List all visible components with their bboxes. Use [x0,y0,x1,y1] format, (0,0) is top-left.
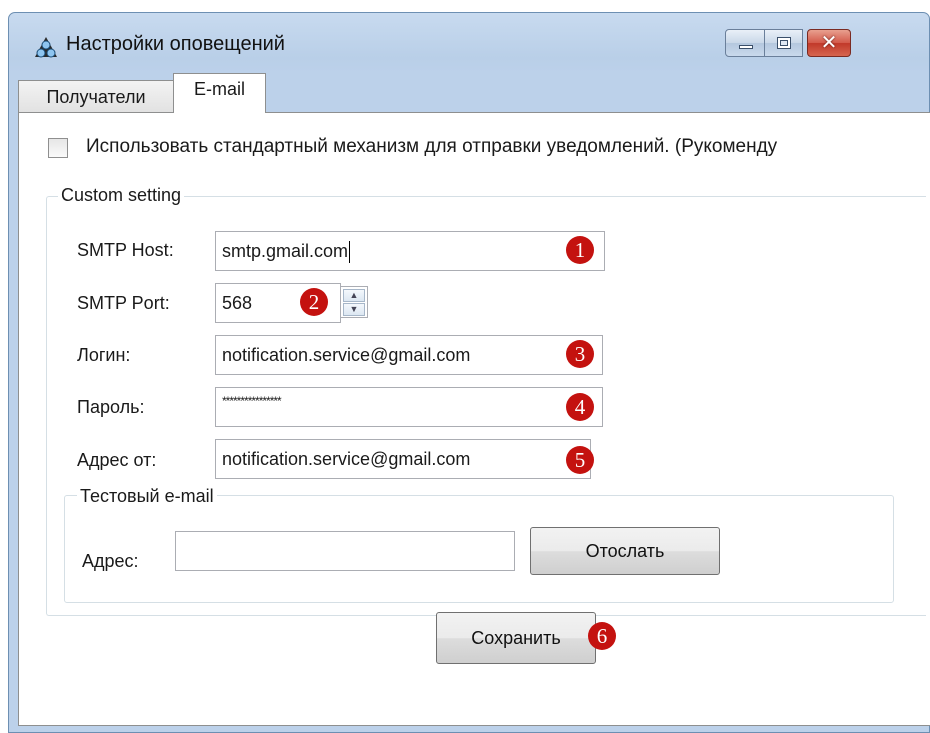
maximize-button[interactable] [765,29,803,57]
use-standard-label: Использовать стандартный механизм для от… [86,136,778,157]
save-button[interactable]: Сохранить [436,612,596,664]
from-address-label: Адрес от: [77,450,157,470]
login-input[interactable]: notification.service@gmail.com [215,335,603,375]
callout-badge-5: 5 [566,446,594,474]
send-test-button[interactable]: Отослать [530,527,720,575]
tab-email[interactable]: E-mail [173,73,266,113]
from-address-input[interactable]: notification.service@gmail.com [215,439,591,479]
close-icon: ✕ [820,32,838,54]
callout-badge-3: 3 [566,340,594,368]
title-bar[interactable]: Настройки оповещений ✕ [9,13,929,71]
minimize-button[interactable] [725,29,765,57]
callout-badge-1: 1 [566,236,594,264]
callout-badge-2: 2 [300,288,328,316]
callout-badge-4: 4 [566,393,594,421]
password-label: Пароль: [77,397,145,417]
maximize-icon [777,37,791,49]
test-email-legend: Тестовый e-mail [77,486,217,507]
smtp-host-value: smtp.gmail.com [222,241,349,261]
test-address-input[interactable] [175,531,515,571]
login-label: Логин: [77,345,131,365]
test-address-label: Адрес: [82,551,139,571]
smtp-host-label: SMTP Host: [77,240,174,260]
spin-up-icon[interactable]: ▲ [343,289,365,302]
use-standard-checkbox[interactable] [48,138,68,158]
minimize-icon [739,45,753,49]
text-caret [349,241,351,264]
password-mask: **************** [222,394,282,408]
tab-recipients[interactable]: Получатели [18,80,174,112]
spin-down-icon[interactable]: ▼ [343,303,365,316]
custom-setting-legend: Custom setting [58,185,185,206]
smtp-port-spinner[interactable]: ▲ ▼ [340,286,368,318]
bell-cluster-icon [35,37,57,58]
smtp-host-input[interactable]: smtp.gmail.com [215,231,605,271]
close-button[interactable]: ✕ [807,29,851,57]
password-input[interactable]: **************** [215,387,603,427]
smtp-port-label: SMTP Port: [77,293,170,313]
window-title: Настройки оповещений [66,33,285,55]
callout-badge-6: 6 [588,622,616,650]
